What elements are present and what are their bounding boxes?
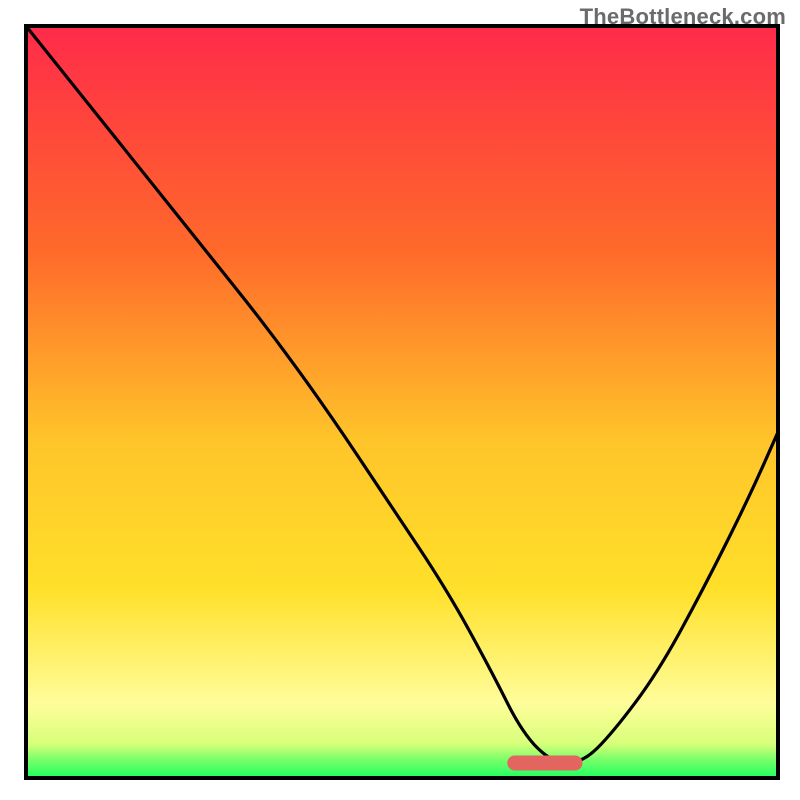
gradient-background [26,26,778,778]
optimal-marker [507,755,582,770]
chart-svg [0,0,800,800]
watermark-label: TheBottleneck.com [580,4,786,30]
chart-container: TheBottleneck.com [0,0,800,800]
